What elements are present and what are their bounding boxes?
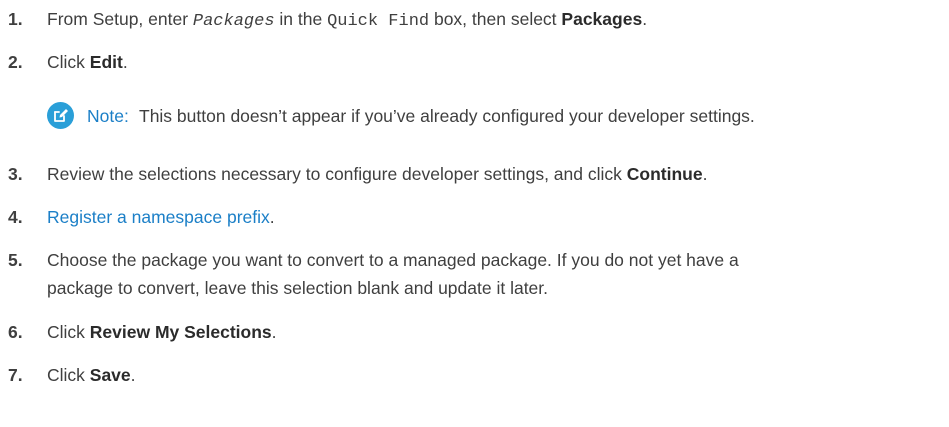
register-namespace-prefix-link[interactable]: Register a namespace prefix — [47, 207, 270, 227]
step-text-end: . — [122, 52, 128, 72]
step-number: 4. — [8, 207, 23, 227]
code-quick-find: Quick Find — [327, 12, 430, 31]
step-number: 3. — [8, 164, 23, 184]
ui-label-edit: Edit — [89, 52, 123, 72]
step-text-post: box, then select — [429, 9, 562, 29]
code-packages: Packages — [192, 12, 275, 31]
ui-label-continue: Continue — [626, 164, 703, 184]
step-text: Click Save. — [47, 361, 941, 389]
step-text-end: . — [702, 164, 708, 184]
step-text: Click Review My Selections. — [47, 318, 941, 346]
step-number: 6. — [8, 322, 23, 342]
step-text-end: . — [642, 9, 648, 29]
step-text: From Setup, enter Packages in the Quick … — [47, 5, 941, 36]
step-text-pre: Click — [47, 365, 90, 385]
step-text-end: . — [130, 365, 136, 385]
step-text-mid: in the — [274, 9, 328, 29]
step-number: 2. — [8, 52, 23, 72]
ui-label-review-my-selections: Review My Selections — [89, 322, 272, 342]
step-text-pre: Click — [47, 52, 90, 72]
step-text-pre: Review the selections necessary to confi… — [47, 164, 627, 184]
note-label: Note: — [87, 106, 129, 126]
step-text: Choose the package you want to convert t… — [47, 246, 941, 302]
step-text: Click Edit. — [47, 48, 941, 76]
step-number: 5. — [8, 250, 23, 270]
ui-label-save: Save — [89, 365, 131, 385]
step-text: Register a namespace prefix. — [47, 203, 941, 231]
step-text-end: . — [269, 207, 275, 227]
step-text-line-1: Choose the package you want to convert t… — [47, 250, 739, 270]
step-text-pre: Click — [47, 322, 90, 342]
step-text-end: . — [271, 322, 277, 342]
step-text: Review the selections necessary to confi… — [47, 160, 941, 188]
step-number: 1. — [8, 9, 23, 29]
ui-label-packages: Packages — [561, 9, 643, 29]
note-text: This button doesn’t appear if you’ve alr… — [139, 106, 755, 126]
step-text-line-2: package to convert, leave this selection… — [47, 278, 549, 298]
step-text-pre: From Setup, enter — [47, 9, 193, 29]
step-number: 7. — [8, 365, 23, 385]
edit-icon — [47, 102, 74, 129]
